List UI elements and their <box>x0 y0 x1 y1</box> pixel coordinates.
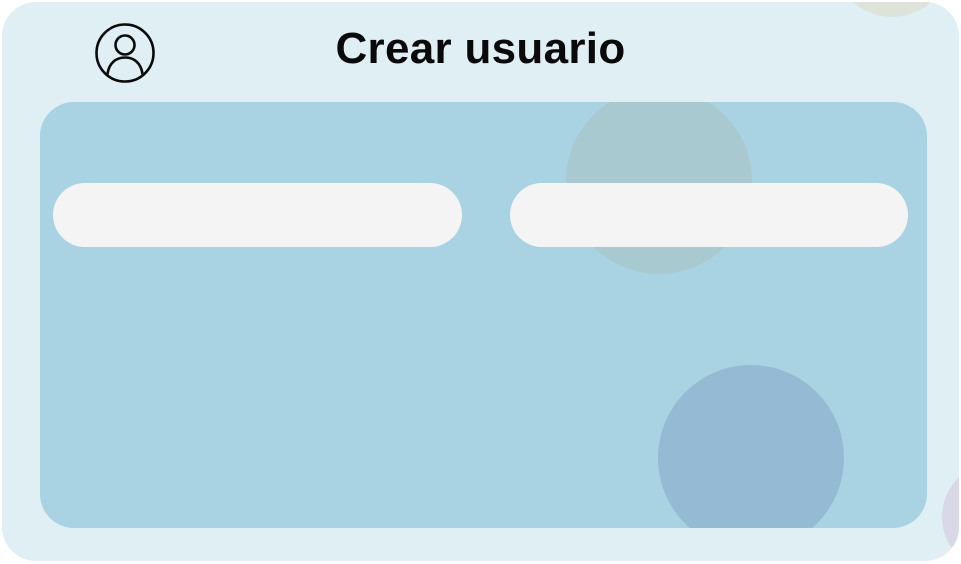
decorative-circle <box>942 462 959 561</box>
text-field-left[interactable] <box>53 183 462 247</box>
decorative-circle <box>658 365 844 528</box>
text-field-right[interactable] <box>510 183 908 247</box>
card-header: Crear usuario <box>2 2 959 102</box>
create-user-card: Crear usuario <box>2 2 959 561</box>
form-panel <box>40 102 927 528</box>
page-title: Crear usuario <box>335 24 626 73</box>
